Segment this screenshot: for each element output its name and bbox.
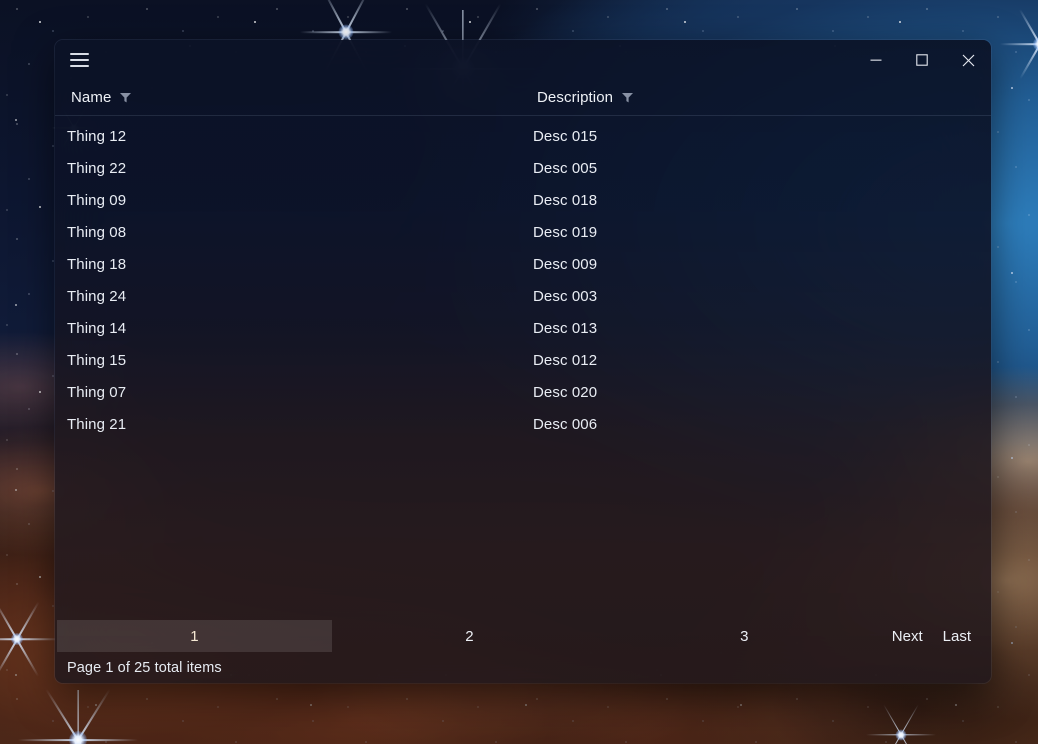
cell-name: Thing 15 xyxy=(67,351,127,369)
status-bar: Page 1 of 25 total items xyxy=(55,652,991,683)
column-header-description-label: Description xyxy=(537,89,614,106)
maximize-icon xyxy=(916,54,928,66)
filter-funnel-icon[interactable] xyxy=(621,91,634,104)
cell-name: Thing 08 xyxy=(67,223,127,241)
pagination-page-buttons: 123 xyxy=(57,620,882,652)
maximize-button[interactable] xyxy=(899,40,945,80)
pagination-bar: 123 Next Last xyxy=(55,620,991,652)
table-row[interactable]: Thing 07 Desc 020 xyxy=(55,376,991,408)
close-button[interactable] xyxy=(945,40,991,80)
next-page-button[interactable]: Next xyxy=(882,620,933,652)
column-header-name[interactable]: Name xyxy=(67,87,533,108)
hamburger-icon xyxy=(69,53,89,67)
grid-body: Thing 12 Desc 015 Thing 22 Desc 005 Thing 09… xyxy=(55,116,991,620)
column-header-description[interactable]: Description xyxy=(533,87,991,108)
desktop-wallpaper: Name Description Thing 12 Desc 015 Thing 2… xyxy=(0,0,1038,744)
application-window: Name Description Thing 12 Desc 015 Thing 2… xyxy=(55,40,991,683)
cell-name: Thing 24 xyxy=(67,287,127,305)
column-header-name-label: Name xyxy=(71,89,112,106)
grid-column-headers: Name Description xyxy=(55,80,991,116)
cell-description: Desc 009 xyxy=(533,255,598,273)
page-button-3[interactable]: 3 xyxy=(607,620,882,652)
cell-description: Desc 012 xyxy=(533,351,598,369)
cell-name: Thing 12 xyxy=(67,127,127,145)
status-text: Page 1 of 25 total items xyxy=(67,659,222,676)
page-button-1[interactable]: 1 xyxy=(57,620,332,652)
table-row[interactable]: Thing 22 Desc 005 xyxy=(55,152,991,184)
cell-description: Desc 005 xyxy=(533,159,598,177)
cell-description: Desc 013 xyxy=(533,319,598,337)
cell-name: Thing 18 xyxy=(67,255,127,273)
cell-description: Desc 015 xyxy=(533,127,598,145)
table-row[interactable]: Thing 08 Desc 019 xyxy=(55,216,991,248)
window-controls xyxy=(853,40,991,80)
cell-name: Thing 21 xyxy=(67,415,127,433)
cell-name: Thing 14 xyxy=(67,319,127,337)
table-row[interactable]: Thing 18 Desc 009 xyxy=(55,248,991,280)
cell-name: Thing 09 xyxy=(67,191,127,209)
table-row[interactable]: Thing 21 Desc 006 xyxy=(55,408,991,440)
table-row[interactable]: Thing 15 Desc 012 xyxy=(55,344,991,376)
hamburger-menu-button[interactable] xyxy=(55,40,103,80)
table-row[interactable]: Thing 24 Desc 003 xyxy=(55,280,991,312)
cell-name: Thing 22 xyxy=(67,159,127,177)
cell-description: Desc 018 xyxy=(533,191,598,209)
filter-funnel-icon[interactable] xyxy=(119,91,132,104)
last-page-button[interactable]: Last xyxy=(933,620,981,652)
page-button-2[interactable]: 2 xyxy=(332,620,607,652)
minimize-icon xyxy=(870,59,882,61)
cell-name: Thing 07 xyxy=(67,383,127,401)
cell-description: Desc 003 xyxy=(533,287,598,305)
pagination-nav-buttons: Next Last xyxy=(882,620,989,652)
cell-description: Desc 019 xyxy=(533,223,598,241)
minimize-button[interactable] xyxy=(853,40,899,80)
cell-description: Desc 020 xyxy=(533,383,598,401)
close-icon xyxy=(962,54,974,66)
title-bar xyxy=(55,40,991,80)
table-row[interactable]: Thing 14 Desc 013 xyxy=(55,312,991,344)
cell-description: Desc 006 xyxy=(533,415,598,433)
table-row[interactable]: Thing 09 Desc 018 xyxy=(55,184,991,216)
table-row[interactable]: Thing 12 Desc 015 xyxy=(55,120,991,152)
